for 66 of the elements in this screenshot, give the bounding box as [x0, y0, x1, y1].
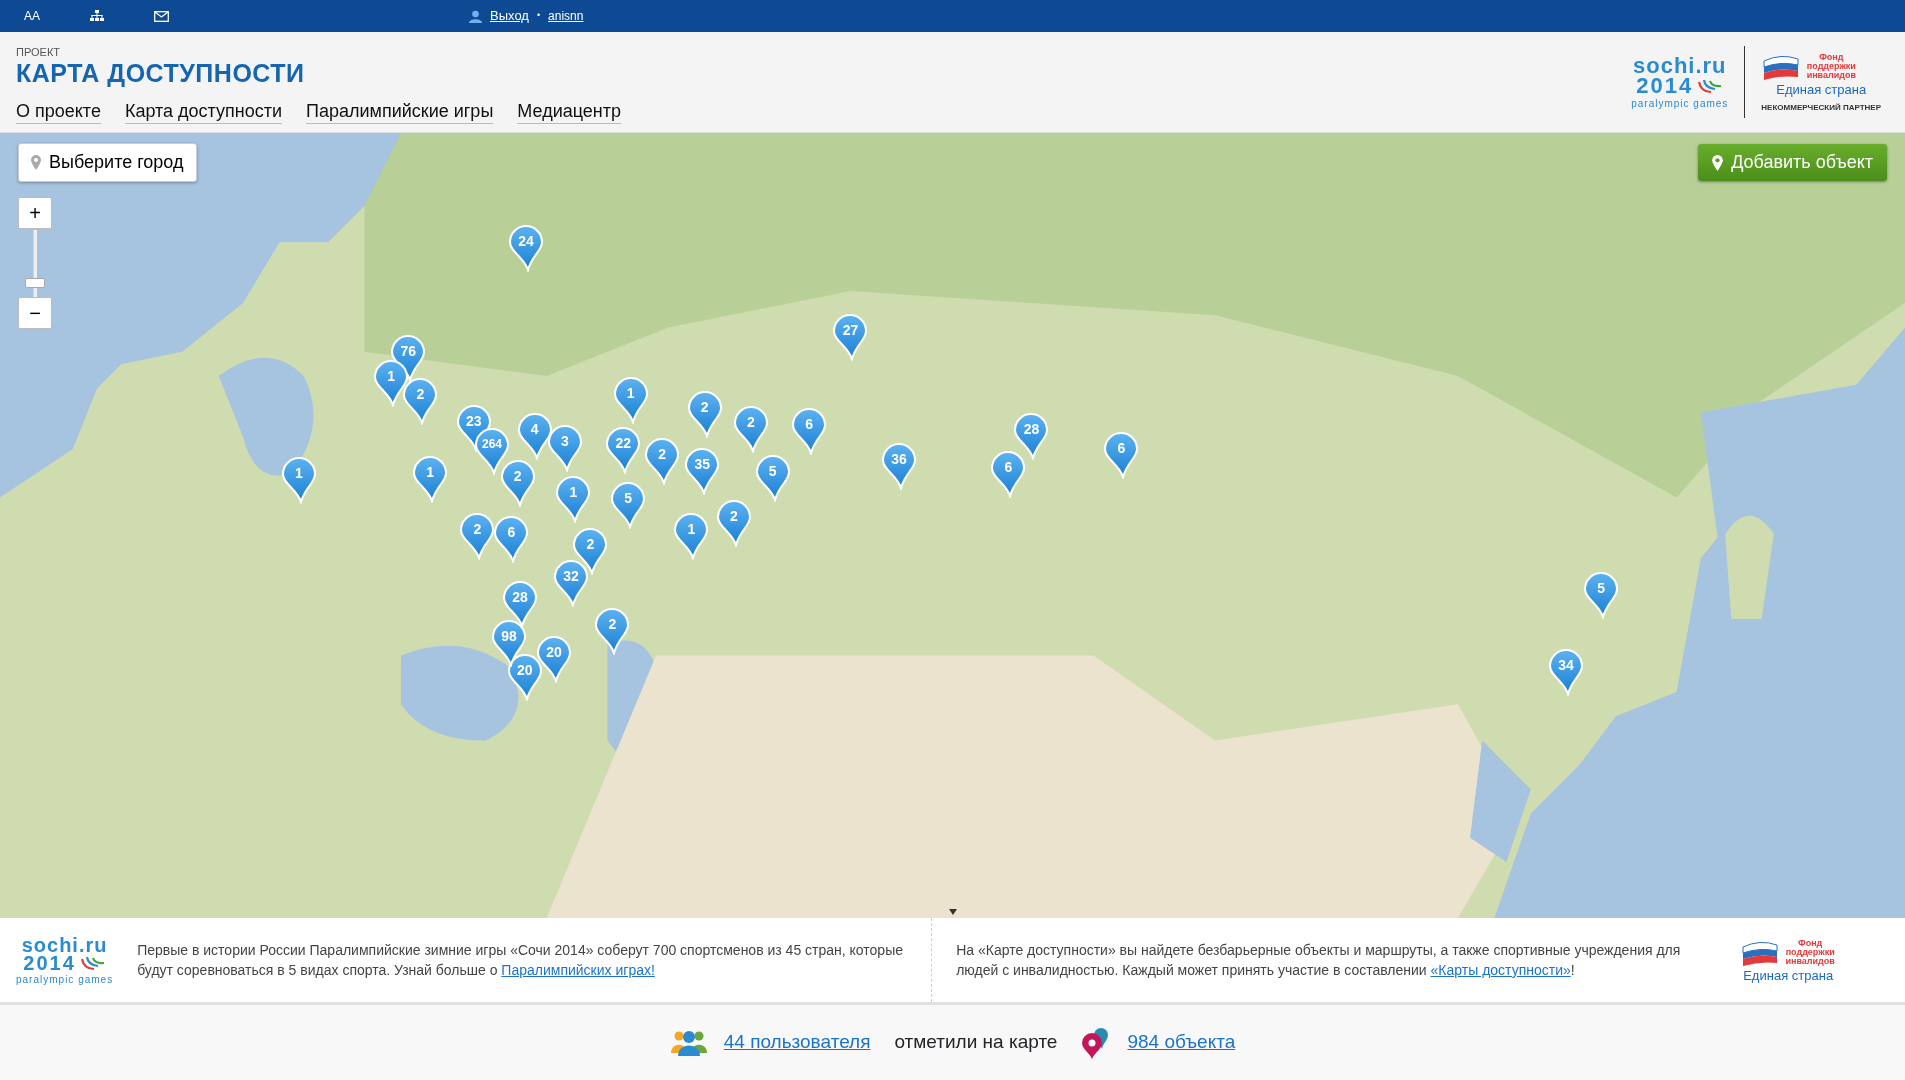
map-marker[interactable]: 1	[412, 455, 449, 504]
map-marker[interactable]: 24	[508, 224, 545, 273]
mail-icon[interactable]	[154, 10, 169, 22]
pin-icon	[1712, 154, 1724, 171]
nav-link[interactable]: О проекте	[16, 101, 101, 124]
map-marker[interactable]: 1	[673, 512, 710, 561]
map-marker[interactable]: 28	[1013, 411, 1050, 460]
map-marker[interactable]: 22	[605, 426, 642, 475]
map-marker[interactable]: 264	[474, 427, 511, 476]
logout-link[interactable]: Выход	[490, 6, 529, 26]
map-marker[interactable]: 6	[791, 406, 828, 455]
map-marker[interactable]: 1	[555, 474, 592, 523]
zoom-in-button[interactable]: +	[18, 197, 52, 229]
pin-icon	[31, 155, 41, 170]
sochi-logo: sochi.ru 2014 paralympic games	[1631, 56, 1729, 108]
map-marker[interactable]: 2	[499, 458, 536, 507]
stats-text: отметили на карте	[894, 1030, 1058, 1055]
partner-logo: Фонд поддержки инвалидов Единая страна	[1741, 938, 1836, 982]
map-marker[interactable]: 1	[280, 456, 317, 505]
map-marker[interactable]: 5	[610, 480, 647, 529]
map-marker[interactable]: 36	[881, 441, 918, 490]
map-marker[interactable]: 27	[832, 313, 869, 362]
map-marker[interactable]: 2	[715, 499, 752, 547]
username-link[interactable]: anisnn	[548, 7, 584, 25]
nav-link[interactable]: Паралимпийские игры	[306, 101, 494, 124]
map-marker[interactable]: 35	[684, 446, 721, 495]
map-marker[interactable]: 2	[686, 389, 723, 438]
objects-link[interactable]: 984 объекта	[1127, 1028, 1236, 1057]
map-marker[interactable]: 2	[732, 405, 769, 454]
map-marker[interactable]: 1	[612, 376, 649, 425]
map-marker[interactable]: 3	[546, 423, 583, 472]
map-marker[interactable]: 6	[1103, 430, 1140, 479]
site-title: КАРТА ДОСТУПНОСТИ	[16, 60, 306, 86]
map-marker[interactable]: 1	[373, 359, 410, 408]
zoom-slider-handle[interactable]	[25, 278, 45, 288]
partner-logo: Фонд поддержки инвалидов Единая страна НЕКОММЕРЧЕСКИЙ ПАРТНЕР	[1761, 52, 1881, 112]
add-object-button[interactable]: Добавить объект	[1698, 144, 1887, 181]
sochi-logo: sochi.ru 2014 paralympic games	[16, 936, 114, 984]
map-marker[interactable]: 5	[1583, 570, 1620, 619]
map-marker[interactable]: 4	[516, 411, 553, 460]
map-marker[interactable]: 5	[754, 454, 791, 503]
users-link[interactable]: 44 пользователя	[723, 1028, 871, 1057]
city-select-button[interactable]: Выберите город	[18, 143, 197, 182]
nav-link[interactable]: Карта доступности	[124, 101, 283, 124]
users-icon	[669, 1028, 708, 1057]
map-marker[interactable]: 2	[459, 512, 496, 561]
user-icon	[469, 9, 482, 23]
map-marker[interactable]: 32	[553, 558, 589, 607]
sitemap-icon[interactable]	[90, 10, 104, 22]
paralympics-link[interactable]: Паралимпийских играх!	[501, 962, 655, 978]
separator: •	[536, 9, 541, 23]
info-paragraph: Первые в истории России Паралимпийские зимние игры «Сочи 2014» соберут 700 спортсменов из 45 стран, которые будут соревноваться в 5 видах спорта. Узнай больше о Паралимпийских играх!	[137, 940, 904, 980]
collapse-icon[interactable]	[947, 908, 959, 916]
map-marker[interactable]: 2	[644, 437, 681, 485]
info-paragraph: На «Карте доступности» вы найдете безбарьерные объекты и маршруты, а также спортивные учреждения для людей с инвалидностью. Каждый может принять участие в составлении «Карты доступности»!	[956, 940, 1682, 980]
accessibility-map-link[interactable]: «Карты доступности»	[1430, 962, 1571, 978]
map-marker[interactable]: 2	[402, 377, 439, 426]
map-marker[interactable]: 20	[536, 635, 572, 684]
map-marker[interactable]: 6	[493, 514, 530, 563]
project-label: ПРОЕКТ	[16, 45, 62, 60]
zoom-out-button[interactable]: −	[18, 297, 52, 329]
nav-link[interactable]: Медиацентр	[517, 101, 622, 124]
map-marker[interactable]: 2	[594, 607, 631, 656]
font-size-button[interactable]: AA	[24, 10, 40, 22]
map-marker[interactable]: 6	[990, 450, 1027, 499]
map-marker[interactable]: 34	[1548, 648, 1585, 697]
